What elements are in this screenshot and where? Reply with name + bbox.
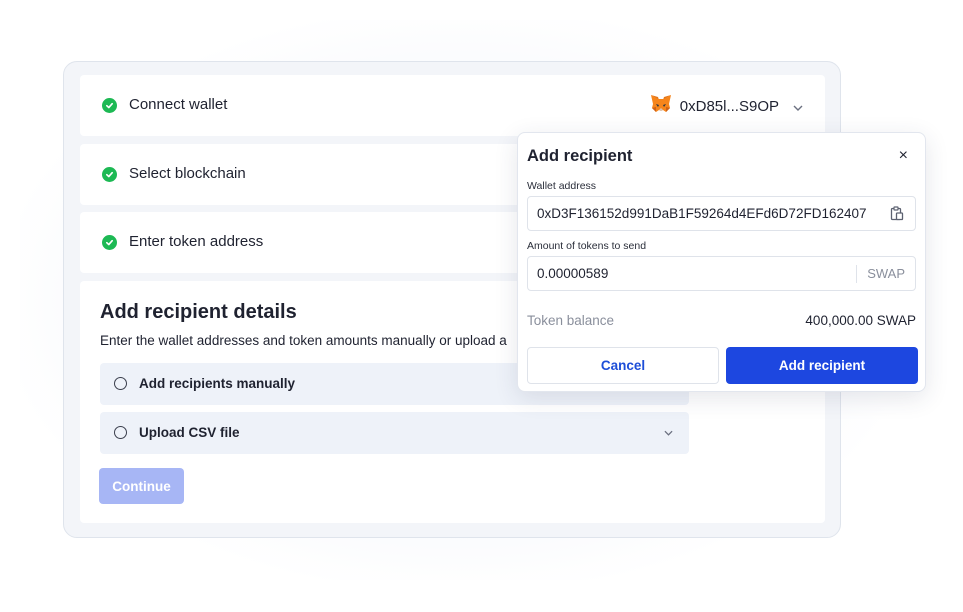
paste-icon[interactable] [890,206,904,221]
wallet-dropdown[interactable]: 0xD85l...S9OP [650,94,803,118]
amount-field[interactable]: 0.00000589 SWAP [527,256,916,291]
token-balance-label: Token balance [527,313,615,328]
continue-button[interactable]: Continue [99,468,184,504]
wallet-address-label: Wallet address [527,180,597,192]
check-icon [102,98,117,113]
section-title: Add recipient details [100,301,297,323]
amount-value: 0.00000589 [537,266,609,281]
modal-title: Add recipient [527,147,633,165]
wallet-address: 0xD85l...S9OP [679,97,779,115]
add-recipient-modal: Add recipient × Wallet address 0xD3F1361… [517,132,926,392]
chevron-down-icon [793,98,803,115]
chevron-down-icon [664,425,673,439]
token-balance-value: 400,000.00 SWAP [805,313,916,328]
wallet-address-value: 0xD3F136152d991DaB1F59264d4EFd6D72FD1624… [537,206,867,221]
option-label: Add recipients manually [139,376,296,391]
check-icon [102,235,117,250]
metamask-fox-icon [650,94,672,118]
step-label: Enter token address [129,233,264,250]
step-label: Connect wallet [129,96,228,113]
option-upload-csv[interactable]: Upload CSV file [100,412,689,454]
cancel-button[interactable]: Cancel [527,347,719,384]
radio-button[interactable] [114,377,127,390]
step-label: Select blockchain [129,165,246,182]
option-label: Upload CSV file [139,425,240,440]
add-recipient-button[interactable]: Add recipient [726,347,918,384]
section-description: Enter the wallet addresses and token amo… [100,333,507,348]
close-icon[interactable]: × [899,147,908,165]
wallet-address-field[interactable]: 0xD3F136152d991DaB1F59264d4EFd6D72FD1624… [527,196,916,231]
radio-button[interactable] [114,426,127,439]
amount-label: Amount of tokens to send [527,240,647,252]
token-suffix: SWAP [856,265,915,283]
step-connect-wallet[interactable]: Connect wallet 0xD85l...S9OP [80,75,825,136]
check-icon [102,167,117,182]
